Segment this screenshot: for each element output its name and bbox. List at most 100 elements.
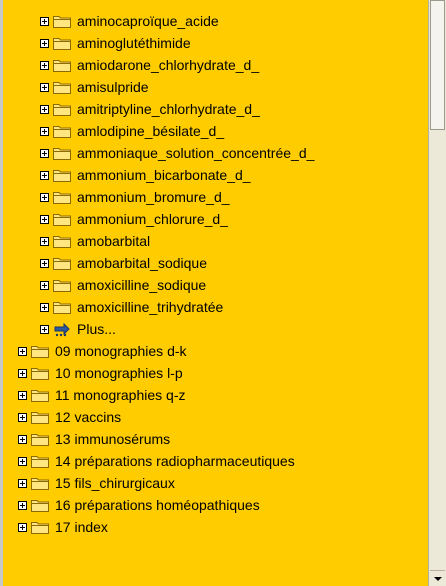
tree-section-item[interactable]: 17 index [18,516,108,538]
tree-subitem[interactable]: amoxicilline_sodique [40,274,206,296]
folder-icon [52,35,72,51]
expand-toggle-icon[interactable] [18,434,27,444]
folder-icon [52,299,72,315]
expand-toggle-icon[interactable] [18,478,27,488]
expand-toggle-icon[interactable] [40,280,49,290]
tree-item-label[interactable]: 15 fils_chirurgicaux [55,475,175,491]
tree-subitem[interactable]: amiodarone_chlorhydrate_d_ [40,54,259,76]
tree-subitem[interactable]: ammonium_chlorure_d_ [40,208,228,230]
tree-more-item[interactable]: Plus... [40,318,116,340]
expand-toggle-icon[interactable] [18,368,27,378]
tree-subitem[interactable]: amisulpride [40,76,149,98]
expand-toggle-icon[interactable] [40,324,49,334]
tree-subitem[interactable]: amobarbital [40,230,150,252]
folder-icon [52,79,72,95]
tree-item-label[interactable]: amisulpride [77,79,149,95]
tree-section-item[interactable]: 14 préparations radiopharmaceutiques [18,450,295,472]
folder-icon [52,145,72,161]
tree-item-label[interactable]: 13 immunosérums [55,431,170,447]
tree-section-item[interactable]: 16 préparations homéopathiques [18,494,260,516]
expand-toggle-icon[interactable] [40,302,49,312]
folder-icon [52,255,72,271]
tree-item-label[interactable]: 12 vaccins [55,409,121,425]
tree-subitem[interactable]: ammonium_bromure_d_ [40,186,230,208]
tree-item-label[interactable]: 16 préparations homéopathiques [55,497,260,513]
folder-icon [52,123,72,139]
expand-toggle-icon[interactable] [40,214,49,224]
tree-section-item[interactable]: 12 vaccins [18,406,121,428]
folder-icon [30,431,50,447]
tree-subitem[interactable]: amlodipine_bésilate_d_ [40,120,224,142]
tree-item-label[interactable]: amitriptyline_chlorhydrate_d_ [77,101,260,117]
tree-item-label[interactable]: 11 monographies q-z [55,387,185,403]
tree-view: aminocaproïque_acide aminoglutéthimide ami… [0,0,428,586]
tree-section-item[interactable]: 15 fils_chirurgicaux [18,472,175,494]
folder-icon [30,519,50,535]
folder-icon [52,167,72,183]
folder-icon [30,387,50,403]
expand-toggle-icon[interactable] [40,192,49,202]
more-arrow-icon [52,321,72,337]
expand-toggle-icon[interactable] [40,104,49,114]
expand-toggle-icon[interactable] [40,38,49,48]
expand-toggle-icon[interactable] [18,412,27,422]
folder-icon [30,475,50,491]
folder-icon [52,277,72,293]
tree-item-label[interactable]: amlodipine_bésilate_d_ [77,123,224,139]
tree-section-item[interactable]: 13 immunosérums [18,428,170,450]
tree-item-label[interactable]: ammoniaque_solution_concentrée_d_ [77,145,314,161]
vertical-scrollbar[interactable] [428,0,446,586]
scroll-down-arrow-icon [433,576,442,581]
expand-toggle-icon[interactable] [40,82,49,92]
folder-icon [52,211,72,227]
tree-item-label[interactable]: amiodarone_chlorhydrate_d_ [77,57,259,73]
tree-subitem[interactable]: aminoglutéthimide [40,32,191,54]
tree-section-item[interactable]: 10 monographies l-p [18,362,183,384]
expand-toggle-icon[interactable] [40,236,49,246]
expand-toggle-icon[interactable] [18,500,27,510]
tree-item-label[interactable]: amoxicilline_sodique [77,277,206,293]
tree-subitem[interactable]: amitriptyline_chlorhydrate_d_ [40,98,260,120]
tree-item-label[interactable]: 14 préparations radiopharmaceutiques [55,453,295,469]
tree-item-label[interactable]: amoxicilline_trihydratée [77,299,223,315]
folder-icon [30,343,50,359]
expand-toggle-icon[interactable] [18,390,27,400]
tree-item-label[interactable]: Plus... [77,321,116,337]
tree-section-item[interactable]: 11 monographies q-z [18,384,185,406]
tree-item-label[interactable]: 17 index [55,519,108,535]
scrollbar-thumb[interactable] [430,0,445,130]
expand-toggle-icon[interactable] [18,346,27,356]
tree-item-label[interactable]: ammonium_chlorure_d_ [77,211,228,227]
tree-subitem[interactable]: ammonium_bicarbonate_d_ [40,164,251,186]
expand-toggle-icon[interactable] [40,16,49,26]
tree-item-label[interactable]: aminocaproïque_acide [77,13,219,29]
tree-item-label[interactable]: 09 monographies d-k [55,343,187,359]
folder-icon [52,189,72,205]
expand-toggle-icon[interactable] [40,126,49,136]
folder-icon [52,233,72,249]
tree-item-label[interactable]: 10 monographies l-p [55,365,183,381]
tree-subitem[interactable]: aminocaproïque_acide [40,10,219,32]
expand-toggle-icon[interactable] [40,258,49,268]
expand-toggle-icon[interactable] [40,60,49,70]
folder-icon [30,365,50,381]
tree-subitem[interactable]: amoxicilline_trihydratée [40,296,223,318]
folder-icon [52,13,72,29]
tree-item-label[interactable]: amobarbital [77,233,150,249]
tree-subitem[interactable]: amobarbital_sodique [40,252,207,274]
expand-toggle-icon[interactable] [40,148,49,158]
tree-item-label[interactable]: ammonium_bicarbonate_d_ [77,167,251,183]
tree-subitem[interactable]: ammoniaque_solution_concentrée_d_ [40,142,314,164]
expand-toggle-icon[interactable] [18,456,27,466]
tree-item-label[interactable]: amobarbital_sodique [77,255,207,271]
folder-icon [30,453,50,469]
folder-icon [30,409,50,425]
tree-item-label[interactable]: ammonium_bromure_d_ [77,189,230,205]
scroll-down-button[interactable] [430,570,445,586]
tree-section-item[interactable]: 09 monographies d-k [18,340,187,362]
expand-toggle-icon[interactable] [18,522,27,532]
tree-item-label[interactable]: aminoglutéthimide [77,35,191,51]
folder-icon [30,497,50,513]
expand-toggle-icon[interactable] [40,170,49,180]
folder-icon [52,101,72,117]
